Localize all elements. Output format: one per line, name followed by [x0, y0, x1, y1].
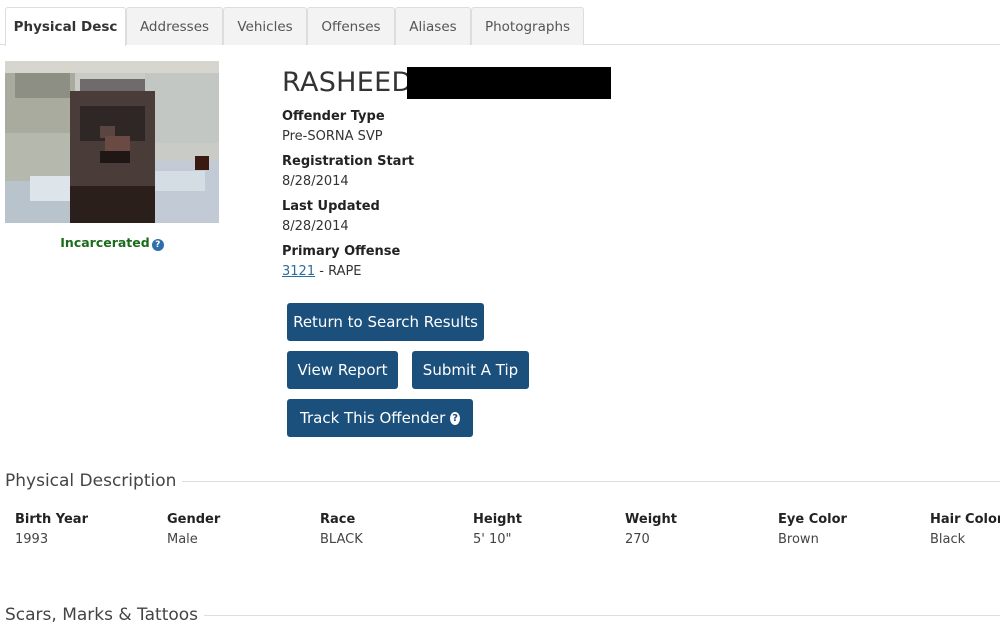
- birth-year-column: Birth Year 1993: [15, 512, 165, 547]
- offender-type-label: Offender Type: [282, 109, 385, 124]
- custody-status: Incarcerated?: [5, 235, 219, 251]
- gender-value: Male: [167, 532, 198, 547]
- track-this-offender-button[interactable]: Track This Offender?: [287, 399, 473, 437]
- offense-separator: -: [315, 264, 329, 279]
- weight-label: Weight: [625, 512, 677, 527]
- section-title: Physical Description: [5, 471, 177, 491]
- height-value: 5' 10": [473, 532, 512, 547]
- tab-vehicles[interactable]: Vehicles: [223, 7, 307, 45]
- gender-label: Gender: [167, 512, 221, 527]
- weight-value: 270: [625, 532, 650, 547]
- primary-offense-value: 3121 - RAPE: [282, 264, 362, 279]
- tab-physical-desc[interactable]: Physical Desc: [5, 7, 126, 46]
- weight-column: Weight 270: [625, 512, 775, 547]
- section-divider: [204, 614, 1000, 616]
- scars-marks-tattoos-section: Scars, Marks & Tattoos: [5, 605, 1000, 625]
- offense-description: RAPE: [328, 264, 362, 279]
- tab-aliases[interactable]: Aliases: [395, 7, 471, 45]
- eye-color-value: Brown: [778, 532, 819, 547]
- tab-addresses[interactable]: Addresses: [126, 7, 223, 45]
- question-circle-icon[interactable]: ?: [151, 239, 164, 251]
- offender-photo: [5, 61, 219, 223]
- tab-bar: Physical Desc Addresses Vehicles Offense…: [0, 0, 1000, 46]
- height-column: Height 5' 10": [473, 512, 623, 547]
- track-button-label: Track This Offender: [300, 409, 446, 427]
- race-column: Race BLACK: [320, 512, 470, 547]
- hair-color-value: Black: [930, 532, 966, 547]
- offense-code-link[interactable]: 3121: [282, 264, 315, 279]
- submit-a-tip-button[interactable]: Submit A Tip: [412, 351, 529, 389]
- return-to-search-results-button[interactable]: Return to Search Results: [287, 303, 484, 341]
- view-report-button[interactable]: View Report: [287, 351, 398, 389]
- registration-start-label: Registration Start: [282, 154, 415, 169]
- status-text: Incarcerated: [60, 235, 150, 250]
- tab-photographs[interactable]: Photographs: [471, 7, 584, 45]
- eye-color-column: Eye Color Brown: [778, 512, 928, 547]
- height-label: Height: [473, 512, 522, 527]
- race-value: BLACK: [320, 532, 363, 547]
- hair-color-column: Hair Color Black: [930, 512, 1000, 547]
- question-circle-icon: ?: [450, 411, 460, 425]
- physical-description-section: Physical Description: [5, 471, 1000, 491]
- redacted-surname-bar: [407, 67, 611, 99]
- eye-color-label: Eye Color: [778, 512, 847, 527]
- pixelated-photo-image: [5, 61, 219, 223]
- race-label: Race: [320, 512, 356, 527]
- gender-column: Gender Male: [167, 512, 317, 547]
- section-divider: [182, 480, 1000, 482]
- registration-start-value: 8/28/2014: [282, 174, 349, 189]
- primary-offense-label: Primary Offense: [282, 244, 401, 259]
- birth-year-label: Birth Year: [15, 512, 88, 527]
- tab-offenses[interactable]: Offenses: [307, 7, 395, 45]
- offender-type-value: Pre-SORNA SVP: [282, 129, 383, 144]
- last-updated-label: Last Updated: [282, 199, 380, 214]
- hair-color-label: Hair Color: [930, 512, 1000, 527]
- offender-name: RASHEED: [282, 67, 413, 98]
- last-updated-value: 8/28/2014: [282, 219, 349, 234]
- section-title: Scars, Marks & Tattoos: [5, 605, 199, 625]
- birth-year-value: 1993: [15, 532, 49, 547]
